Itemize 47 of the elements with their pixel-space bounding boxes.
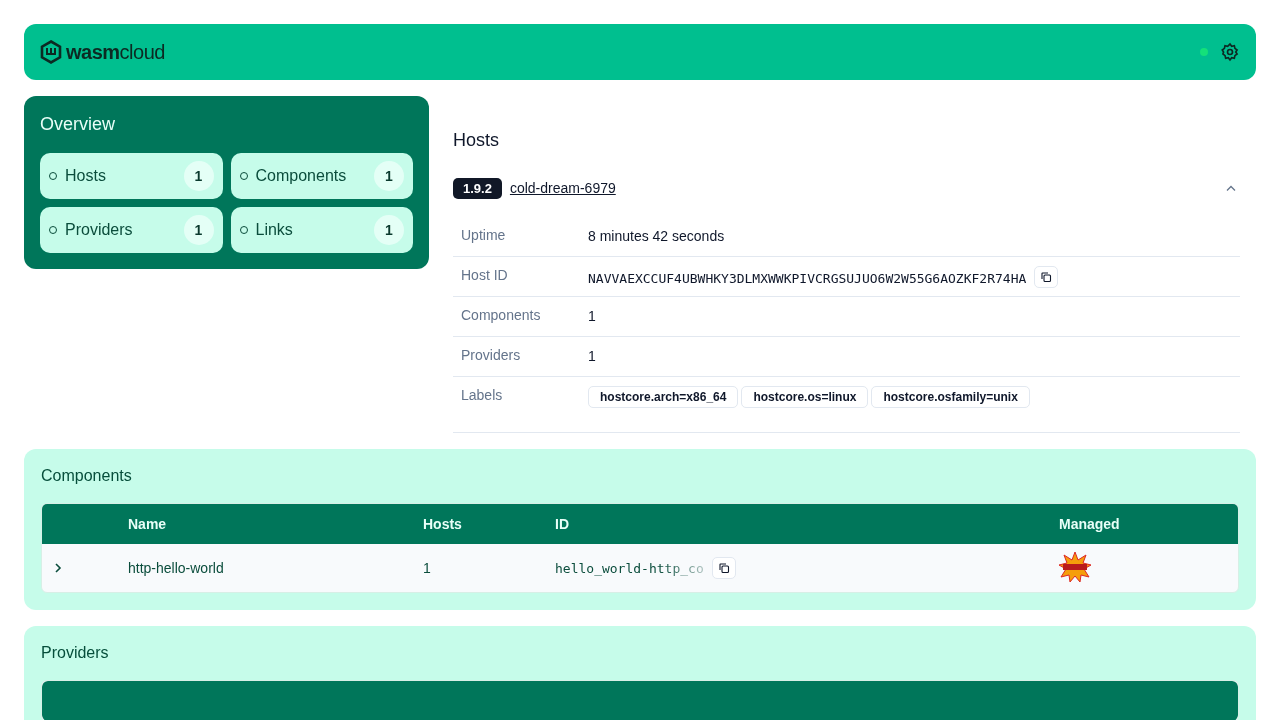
detail-label: Components	[461, 307, 542, 323]
count-badge: 1	[374, 215, 404, 245]
detail-value: 1	[588, 308, 596, 324]
component-id: hello_world-http_co	[555, 560, 704, 576]
tile-label: Components	[255, 167, 348, 185]
settings-icon	[1220, 42, 1240, 62]
tile-label: Hosts	[65, 167, 107, 185]
label-tag: hostcore.osfamily=unix	[871, 386, 1030, 408]
column-header: Managed	[1059, 516, 1121, 532]
column-header: ID	[555, 516, 570, 532]
copy-button[interactable]	[711, 557, 736, 579]
chevron-up-icon	[1226, 185, 1236, 191]
table-cell-text: 1	[423, 560, 432, 576]
overview-tile[interactable]: Components 1	[230, 153, 413, 199]
section-title: Hosts	[453, 130, 500, 151]
count-badge: 1	[183, 161, 214, 191]
settings-button[interactable]	[1220, 42, 1240, 62]
detail-value: 1	[588, 348, 596, 364]
label-tag: hostcore.os=linux	[741, 386, 869, 408]
table-cell-text: http-hello-world	[128, 560, 225, 576]
detail-label: Host ID	[461, 267, 509, 283]
tile-label: Links	[255, 221, 294, 239]
overview-tile[interactable]: Providers 1	[40, 207, 223, 253]
column-header: Hosts	[423, 516, 463, 532]
detail-label: Labels	[461, 387, 504, 403]
chevron-right-icon	[54, 562, 62, 574]
detail-label: Providers	[461, 347, 522, 363]
overview-tile[interactable]: Hosts 1	[40, 153, 223, 199]
tile-label: Providers	[65, 221, 134, 239]
logo-text: wasmcloud	[66, 40, 165, 64]
copy-icon	[1040, 271, 1053, 283]
host-link[interactable]: cold-dream-6979	[509, 180, 1214, 196]
label-tag: hostcore.arch=x86_64	[588, 386, 739, 408]
column-header: Name	[128, 516, 168, 532]
detail-label: Uptime	[461, 227, 507, 243]
overview-tile[interactable]: Links 1	[230, 207, 413, 253]
copy-button[interactable]	[1034, 266, 1059, 288]
section-title: Components	[41, 467, 133, 485]
count-badge: 1	[183, 215, 214, 245]
section-title: Providers	[41, 644, 110, 662]
version-badge: 1.9.2	[453, 177, 502, 199]
detail-value: 8 minutes 42 seconds	[588, 228, 725, 244]
panel-title: Overview	[40, 114, 116, 135]
host-id: NAVVAEXCCUF4UBWHKY3DLMXWWKPIVCRGSUJUO6W2W55G6AOZKF2R74HA	[588, 270, 1027, 286]
logo-icon	[40, 40, 62, 64]
copy-icon	[717, 562, 730, 574]
count-badge: 1	[374, 161, 404, 191]
